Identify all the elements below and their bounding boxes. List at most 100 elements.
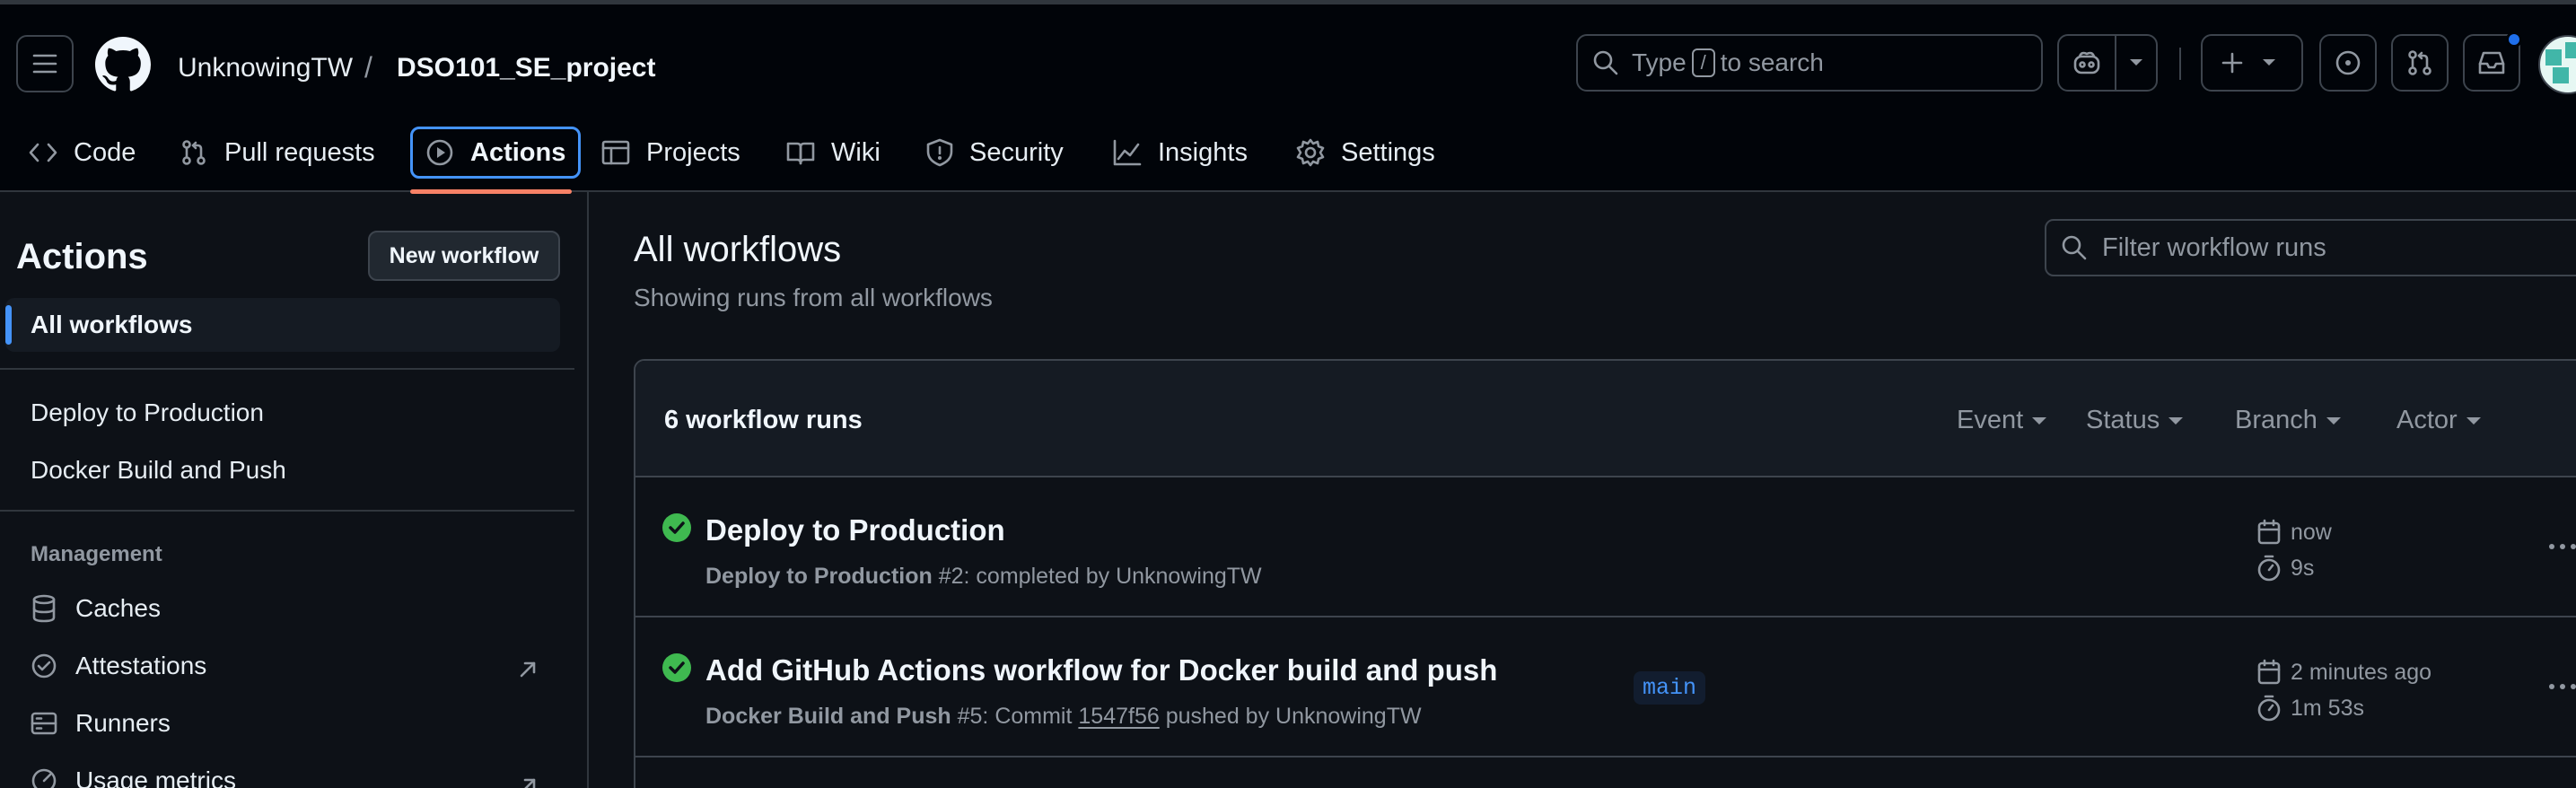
sidebar-item-deploy-to-production[interactable]: Deploy to Production: [31, 398, 264, 427]
sidebar-item-label: Usage metrics: [75, 766, 236, 788]
path-separator: /: [364, 51, 372, 83]
active-indicator: [5, 305, 12, 345]
search-shortcut-key: /: [1691, 48, 1715, 77]
verified-icon: [31, 653, 57, 679]
sidebar-item-label: Runners: [75, 709, 171, 737]
success-check-icon: [662, 513, 691, 542]
tab-label: Wiki: [831, 137, 881, 167]
tab-label: Code: [74, 137, 136, 167]
tab-label: Actions: [470, 137, 566, 167]
stopwatch-icon: [2257, 695, 2281, 722]
search-icon: [2062, 235, 2087, 260]
divider: [0, 368, 574, 370]
header-divider: [2179, 48, 2181, 80]
copilot-button[interactable]: [2059, 36, 2116, 90]
sidebar-title: Actions: [16, 237, 148, 276]
run-detail: #5: Commit: [957, 704, 1073, 729]
filter-workflow-runs-input[interactable]: Filter workflow runs: [2045, 219, 2576, 276]
shield-icon: [926, 138, 953, 167]
run-workflow-name: Docker Build and Push: [705, 704, 951, 729]
workflow-run-row: Deploy to Production Deploy to Productio…: [635, 477, 2576, 617]
calendar-icon: [2257, 519, 2281, 545]
tab-label: Settings: [1341, 137, 1435, 167]
tab-settings[interactable]: Settings: [1296, 127, 1435, 179]
tab-label: Insights: [1158, 137, 1248, 167]
tab-wiki[interactable]: Wiki: [786, 127, 881, 179]
issue-icon: [2335, 50, 2361, 75]
create-new-button[interactable]: [2201, 34, 2303, 92]
search-input[interactable]: Type / to search: [1576, 34, 2043, 92]
github-logo-icon[interactable]: [95, 37, 151, 92]
list-header: 6 workflow runs Event Status Branch Acto…: [635, 361, 2576, 477]
branch-badge[interactable]: main: [1634, 671, 1706, 705]
tab-code[interactable]: Code: [29, 127, 136, 179]
repo-owner-link[interactable]: UnknowingTW: [178, 53, 353, 83]
tab-security[interactable]: Security: [926, 127, 1064, 179]
chevron-down-icon: [2130, 59, 2142, 66]
run-detail: #2: completed by UnknowingTW: [938, 564, 1262, 589]
sidebar-item-usage-metrics[interactable]: Usage metrics: [31, 766, 236, 788]
play-icon: [426, 139, 453, 166]
event-filter-button[interactable]: Event: [1957, 406, 2047, 435]
page-subtitle: Showing runs from all workflows: [634, 284, 993, 311]
workflow-run-row: Add GitHub Actions workflow for Docker b…: [635, 617, 2576, 757]
sidebar-item-caches[interactable]: Caches: [31, 594, 161, 623]
branch-filter-button[interactable]: Branch: [2235, 406, 2341, 435]
gear-icon: [1296, 138, 1325, 167]
menu-button[interactable]: [16, 35, 74, 92]
copilot-icon: [2073, 51, 2100, 74]
copilot-dropdown-button[interactable]: [2116, 36, 2156, 90]
run-meta: Deploy to Production #2: completed by Un…: [705, 564, 1262, 590]
kebab-menu-icon[interactable]: [2549, 684, 2576, 689]
run-duration: 1m 53s: [2256, 695, 2364, 722]
table-icon: [601, 140, 630, 165]
issues-button[interactable]: [2319, 34, 2377, 92]
tab-pull-requests[interactable]: Pull requests: [180, 127, 375, 179]
run-duration: 9s: [2256, 555, 2314, 582]
commit-sha-link[interactable]: 1547f56: [1078, 704, 1159, 729]
repo-name-link[interactable]: DSO101_SE_project: [397, 53, 655, 83]
status-filter-button[interactable]: Status: [2086, 406, 2184, 435]
sidebar-item-runners[interactable]: Runners: [31, 709, 171, 738]
database-icon: [32, 594, 56, 623]
actor-filter-button[interactable]: Actor: [2396, 406, 2481, 435]
caret-down-icon: [2169, 416, 2184, 425]
search-icon: [1593, 50, 1618, 75]
chevron-down-icon: [2263, 59, 2275, 66]
run-title-link[interactable]: Add GitHub Actions workflow for Docker b…: [705, 653, 1497, 687]
filter-placeholder: Filter workflow runs: [2102, 232, 2326, 262]
sidebar-item-docker-build-and-push[interactable]: Docker Build and Push: [31, 456, 286, 485]
code-icon: [29, 143, 57, 162]
run-title-link[interactable]: Deploy to Production: [705, 513, 1005, 547]
tab-label: Security: [969, 137, 1064, 167]
hamburger-icon: [32, 54, 57, 74]
tab-projects[interactable]: Projects: [601, 127, 740, 179]
runs-count: 6 workflow runs: [664, 406, 863, 434]
run-detail-suffix: pushed by UnknowingTW: [1165, 704, 1422, 729]
external-link-icon: [523, 778, 536, 788]
avatar[interactable]: [2538, 35, 2576, 94]
success-check-icon: [662, 653, 691, 682]
search-suffix: to search: [1720, 48, 1824, 76]
pull-request-icon: [182, 140, 206, 165]
tab-actions[interactable]: Actions: [410, 127, 582, 179]
copilot-button-group: [2057, 34, 2158, 92]
server-icon: [31, 712, 57, 735]
run-workflow-name: Deploy to Production: [705, 564, 933, 589]
sidebar-item-attestations[interactable]: Attestations: [31, 652, 206, 680]
workflow-runs-list: 6 workflow runs Event Status Branch Acto…: [634, 359, 2576, 788]
kebab-menu-icon[interactable]: [2549, 544, 2576, 549]
plus-icon: [2221, 52, 2243, 74]
caret-down-icon: [2032, 416, 2047, 425]
pull-requests-button[interactable]: [2391, 34, 2449, 92]
notification-dot: [2506, 31, 2522, 48]
sidebar-item-label: Attestations: [75, 652, 207, 679]
tab-insights[interactable]: Insights: [1113, 127, 1248, 179]
new-workflow-button[interactable]: New workflow: [368, 231, 560, 281]
inbox-icon: [2478, 51, 2505, 74]
sidebar-item-all-workflows[interactable]: All workflows: [5, 298, 560, 352]
tab-label: Projects: [646, 137, 740, 167]
run-time: now: [2256, 519, 2332, 546]
caret-down-icon: [2466, 416, 2481, 425]
management-heading: Management: [31, 542, 162, 566]
